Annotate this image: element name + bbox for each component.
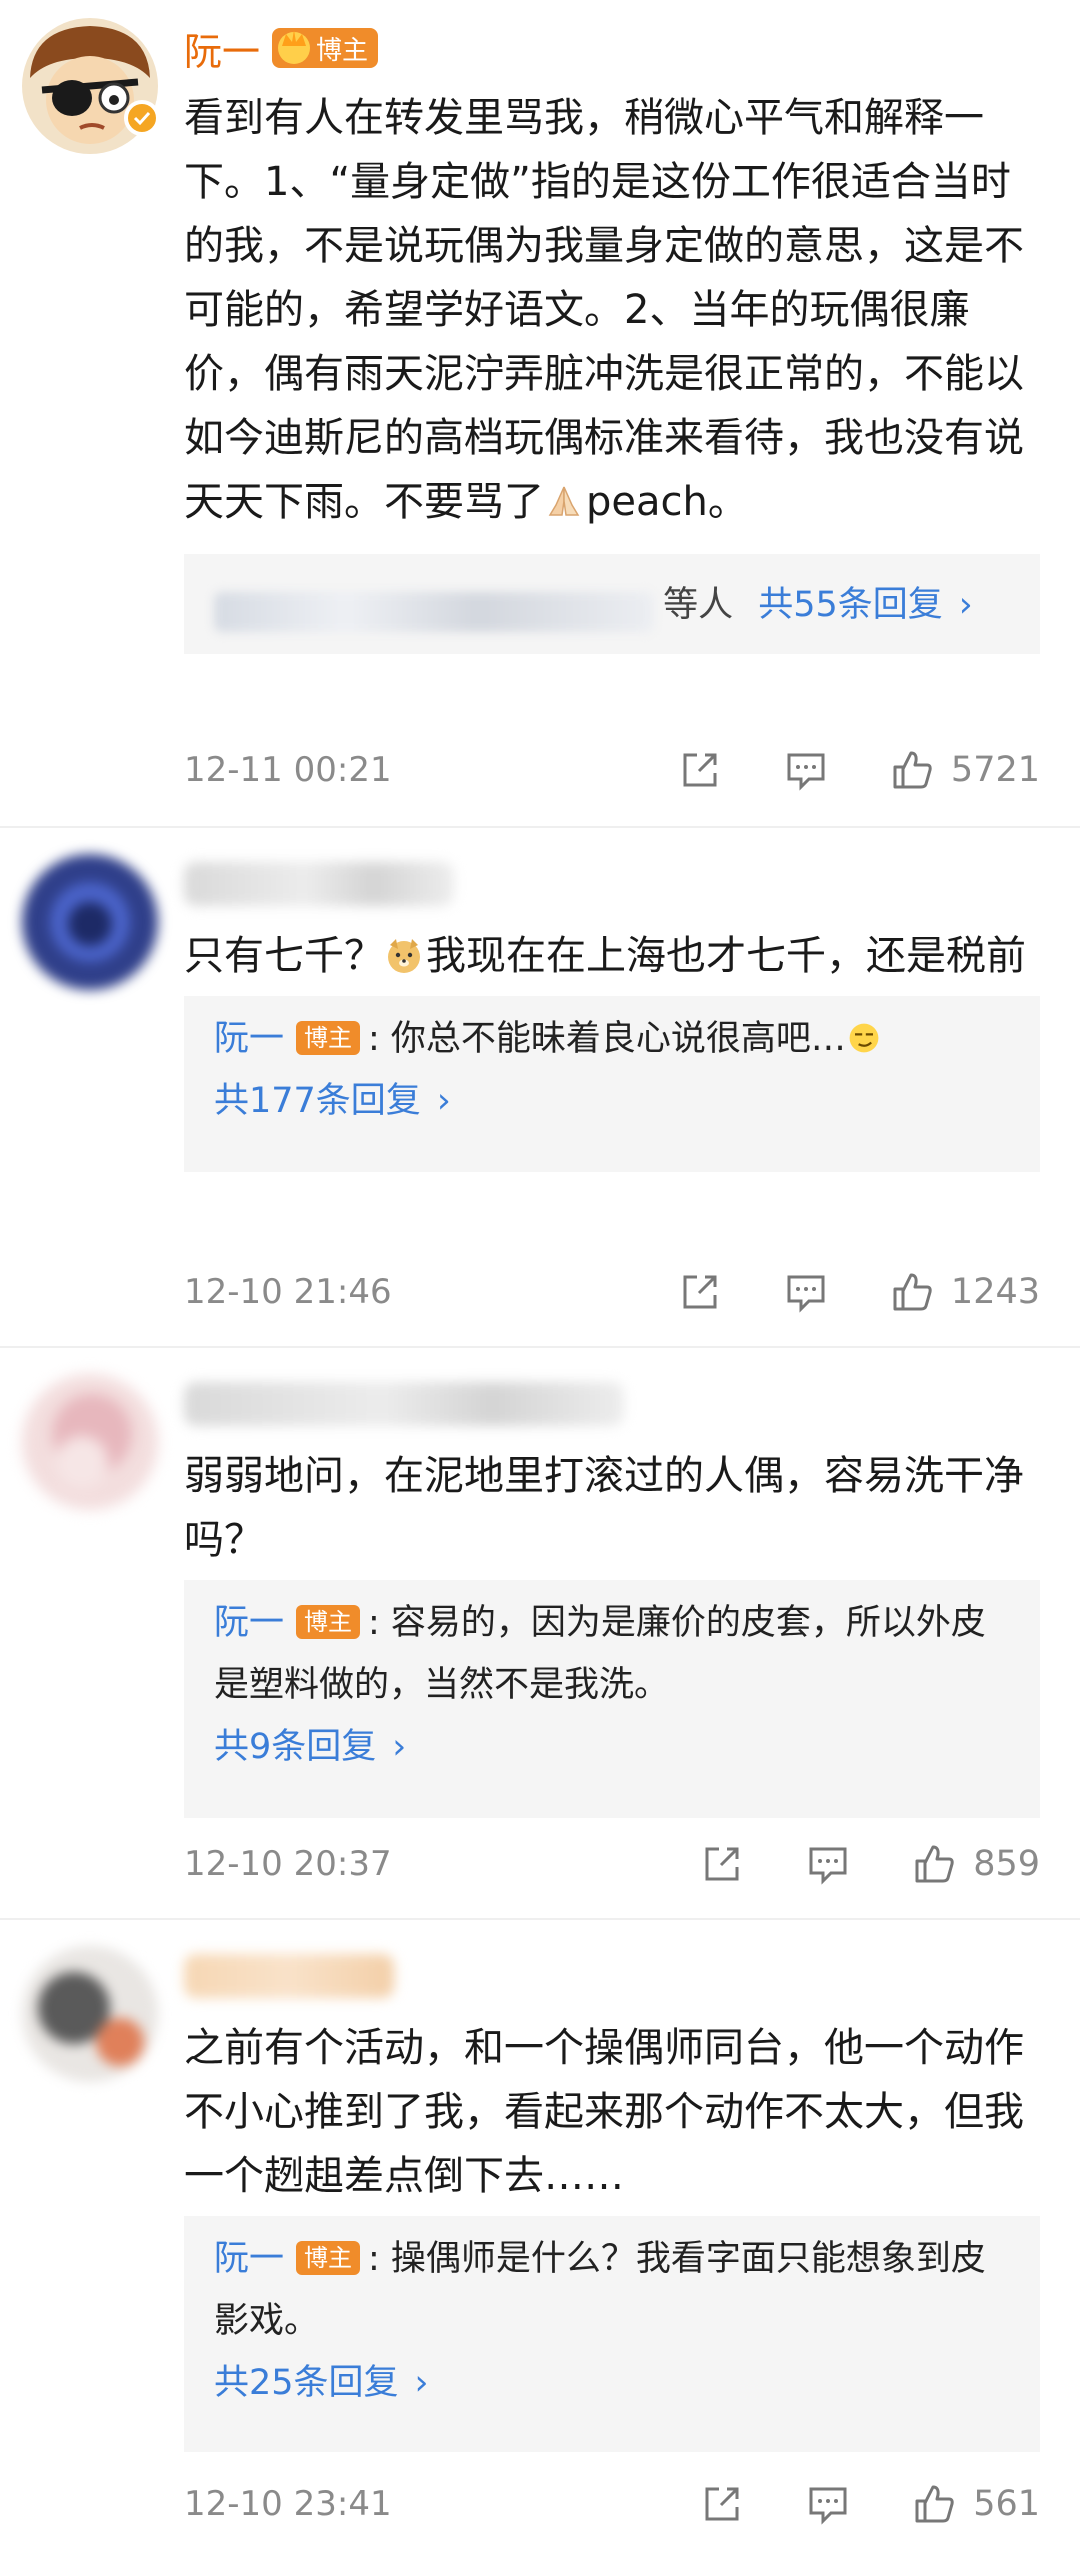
share-button[interactable] xyxy=(677,1269,723,1315)
comment-item: 弱弱地问，在泥地里打滚过的人偶，容易洗干净吗？ 阮一 博主: 容易的，因为是廉价的… xyxy=(0,1348,1080,1920)
crown-icon xyxy=(278,30,311,64)
author-row xyxy=(184,1946,1040,2006)
chevron-right-icon: › xyxy=(392,1727,407,1767)
like-count: 5721 xyxy=(950,750,1040,790)
author-row xyxy=(184,854,1040,914)
replies-summary[interactable]: 等人 共55条回复 › xyxy=(184,554,1040,654)
comment-button[interactable] xyxy=(783,747,829,793)
author-row xyxy=(184,1374,1040,1434)
replies-suffix: 等人 xyxy=(663,585,734,625)
comment-icon xyxy=(809,1847,847,1885)
reply-line: 阮一 博主: 容易的，因为是廉价的皮套，所以外皮是塑料做的，当然不是我洗。 xyxy=(214,1592,1010,1716)
comment-text: 只有七千？ 我现在在上海也才七千，还是税前 xyxy=(184,924,1040,988)
comment-footer: 12-10 21:46 1243 xyxy=(184,1260,1040,1324)
comment-button[interactable] xyxy=(805,2481,851,2527)
share-icon xyxy=(705,1847,739,1881)
avatar[interactable] xyxy=(22,1374,158,1510)
reply-line: 阮一 博主: 操偶师是什么？我看字面只能想象到皮影戏。 xyxy=(214,2228,1010,2352)
folded-hands-emoji-icon xyxy=(548,486,580,516)
comment-body: 只有七千？ xyxy=(184,933,384,979)
comment-body: 弱弱地问，在泥地里打滚过的人偶，容易洗干净吗？ xyxy=(184,1453,1024,1563)
view-replies-link[interactable]: 共9条回复 › xyxy=(214,1716,1010,1778)
share-button[interactable] xyxy=(699,1841,745,1887)
view-replies-label: 共25条回复 xyxy=(214,2363,399,2403)
smirk-emoji-icon xyxy=(849,1023,879,1053)
comment-icon xyxy=(787,753,825,791)
comment-icon xyxy=(787,1275,825,1313)
blurred-author-name[interactable] xyxy=(184,862,454,906)
comment-item: 之前有个活动，和一个操偶师同台，他一个动作不小心推到了我，看起来那个动作不太大，… xyxy=(0,1920,1080,2575)
thumbs-up-icon xyxy=(915,1845,954,1883)
comment-item: 阮一 博主 看到有人在转发里骂我，稍微心平气和解释一下。1、“量身定做”指的是这… xyxy=(0,0,1080,828)
view-replies-label: 共9条回复 xyxy=(214,1727,377,1767)
author-row: 阮一 博主 xyxy=(184,18,1040,78)
comment-body: 之前有个活动，和一个操偶师同台，他一个动作不小心推到了我，看起来那个动作不太大，… xyxy=(184,2025,1024,2199)
view-replies-link[interactable]: 共55条回复 › xyxy=(758,585,973,625)
like-button[interactable]: 5721 xyxy=(889,747,1040,793)
like-count: 859 xyxy=(973,1844,1040,1884)
share-icon xyxy=(683,753,717,787)
comment-text: 弱弱地问，在泥地里打滚过的人偶，容易洗干净吗？ xyxy=(184,1444,1040,1572)
comment-button[interactable] xyxy=(805,1841,851,1887)
view-replies-label: 共55条回复 xyxy=(758,585,943,625)
comment-icon xyxy=(809,2487,847,2525)
reply-text: : 你总不能昧着良心说很高吧… xyxy=(368,1019,846,1059)
reply-preview[interactable]: 阮一 博主: 操偶师是什么？我看字面只能想象到皮影戏。 共25条回复 › xyxy=(184,2216,1040,2452)
share-button[interactable] xyxy=(699,2481,745,2527)
comment-button[interactable] xyxy=(783,1269,829,1315)
comment-footer: 12-11 00:21 5721 xyxy=(184,738,1040,802)
reply-preview[interactable]: 阮一 博主: 容易的，因为是廉价的皮套，所以外皮是塑料做的，当然不是我洗。 共9条… xyxy=(184,1580,1040,1818)
thumbs-up-icon xyxy=(893,751,932,789)
blurred-author-name[interactable] xyxy=(184,1382,624,1426)
comment-footer: 12-10 23:41 561 xyxy=(184,2472,1040,2536)
timestamp: 12-10 23:41 xyxy=(184,2484,392,2524)
comment-body: 看到有人在转发里骂我，稍微心平气和解释一下。1、“量身定做”指的是这份工作很适合… xyxy=(184,95,1024,525)
view-replies-link[interactable]: 共25条回复 › xyxy=(214,2352,1010,2414)
comment-text: 之前有个活动，和一个操偶师同台，他一个动作不小心推到了我，看起来那个动作不太大，… xyxy=(184,2016,1040,2208)
share-icon xyxy=(683,1275,717,1309)
comment-text: 看到有人在转发里骂我，稍微心平气和解释一下。1、“量身定做”指的是这份工作很适合… xyxy=(184,86,1040,534)
reply-line: 阮一 博主: 你总不能昧着良心说很高吧… xyxy=(214,1008,1010,1070)
like-count: 1243 xyxy=(950,1272,1040,1312)
author-name[interactable]: 阮一 xyxy=(184,21,260,76)
like-button[interactable]: 859 xyxy=(911,1841,1040,1887)
view-replies-link[interactable]: 共177条回复 › xyxy=(214,1070,1010,1132)
chevron-right-icon: › xyxy=(436,1081,451,1121)
view-replies-label: 共177条回复 xyxy=(214,1081,421,1121)
timestamp: 12-11 00:21 xyxy=(184,750,392,790)
reply-author-name[interactable]: 阮一 xyxy=(214,1019,284,1059)
reply-author-name[interactable]: 阮一 xyxy=(214,2239,284,2279)
blogger-badge-label: 博主 xyxy=(316,35,369,66)
thumbs-up-icon xyxy=(893,1273,932,1311)
like-count: 561 xyxy=(973,2484,1040,2524)
chevron-right-icon: › xyxy=(958,585,973,625)
blurred-author-name[interactable] xyxy=(184,1954,394,1998)
blurred-repliers xyxy=(214,591,654,632)
blogger-badge: 博主 xyxy=(272,28,379,68)
comment-body-tail: peach。 xyxy=(586,479,748,525)
timestamp: 12-10 20:37 xyxy=(184,1844,392,1884)
timestamp: 12-10 21:46 xyxy=(184,1272,392,1312)
avatar[interactable] xyxy=(22,1946,158,2082)
reply-preview[interactable]: 阮一 博主: 你总不能昧着良心说很高吧… 共177条回复 › xyxy=(184,996,1040,1172)
blogger-tag: 博主 xyxy=(296,2241,361,2275)
share-icon xyxy=(705,2487,739,2521)
blogger-tag: 博主 xyxy=(296,1021,361,1055)
verified-icon xyxy=(124,100,160,136)
doge-emoji-icon xyxy=(388,939,420,973)
comment-item: 只有七千？ 我现在在上海也才七千，还是税前 阮一 博主: 你总不能昧着良心说很高吧…… xyxy=(0,828,1080,1348)
avatar[interactable] xyxy=(22,854,158,990)
chevron-right-icon: › xyxy=(414,2363,429,2403)
comment-body-tail: 我现在在上海也才七千，还是税前 xyxy=(426,933,1026,979)
blogger-tag: 博主 xyxy=(296,1605,361,1639)
like-button[interactable]: 561 xyxy=(911,2481,1040,2527)
comment-footer: 12-10 20:37 859 xyxy=(184,1832,1040,1896)
thumbs-up-icon xyxy=(915,2485,954,2523)
like-button[interactable]: 1243 xyxy=(889,1269,1040,1315)
reply-author-name[interactable]: 阮一 xyxy=(214,1603,284,1643)
share-button[interactable] xyxy=(677,747,723,793)
